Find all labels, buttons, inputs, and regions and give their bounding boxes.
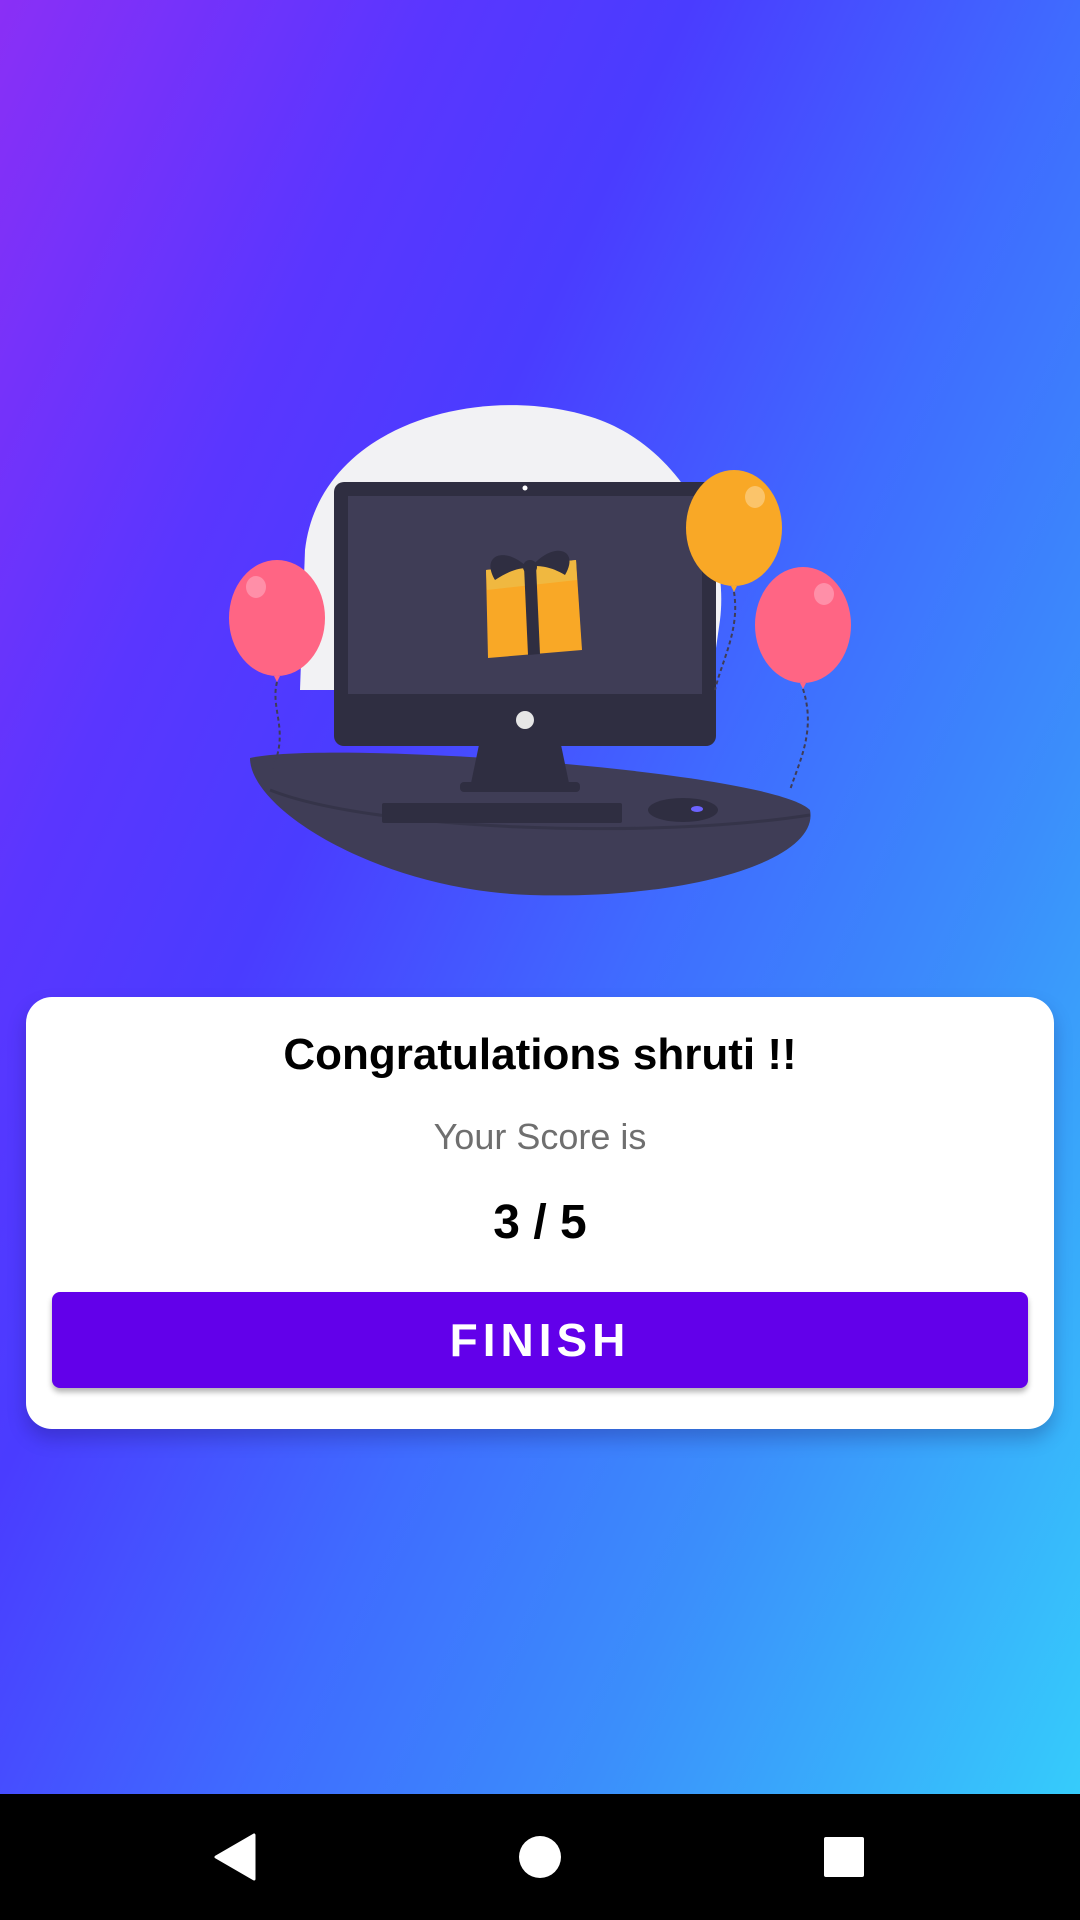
balloon-icon: [755, 567, 851, 791]
celebration-illustration: [229, 405, 851, 896]
recents-button[interactable]: [764, 1794, 924, 1920]
back-button[interactable]: [156, 1794, 316, 1920]
mouse-icon: [648, 798, 718, 822]
score-label: Your Score is: [433, 1116, 647, 1157]
gift-box-icon: [486, 550, 582, 658]
finish-button[interactable]: FINISH: [52, 1292, 1028, 1388]
back-icon: [214, 1833, 256, 1881]
keyboard-icon: [382, 803, 622, 823]
congratulations-title: Congratulations shruti !!: [283, 1030, 797, 1079]
recents-icon: [824, 1837, 864, 1877]
result-screen: Congratulations shruti !! Your Score is …: [0, 0, 1080, 1920]
home-button[interactable]: [460, 1794, 620, 1920]
navigation-bar: [0, 1794, 1080, 1920]
home-icon: [519, 1836, 561, 1878]
score-value: 3 / 5: [493, 1196, 587, 1249]
